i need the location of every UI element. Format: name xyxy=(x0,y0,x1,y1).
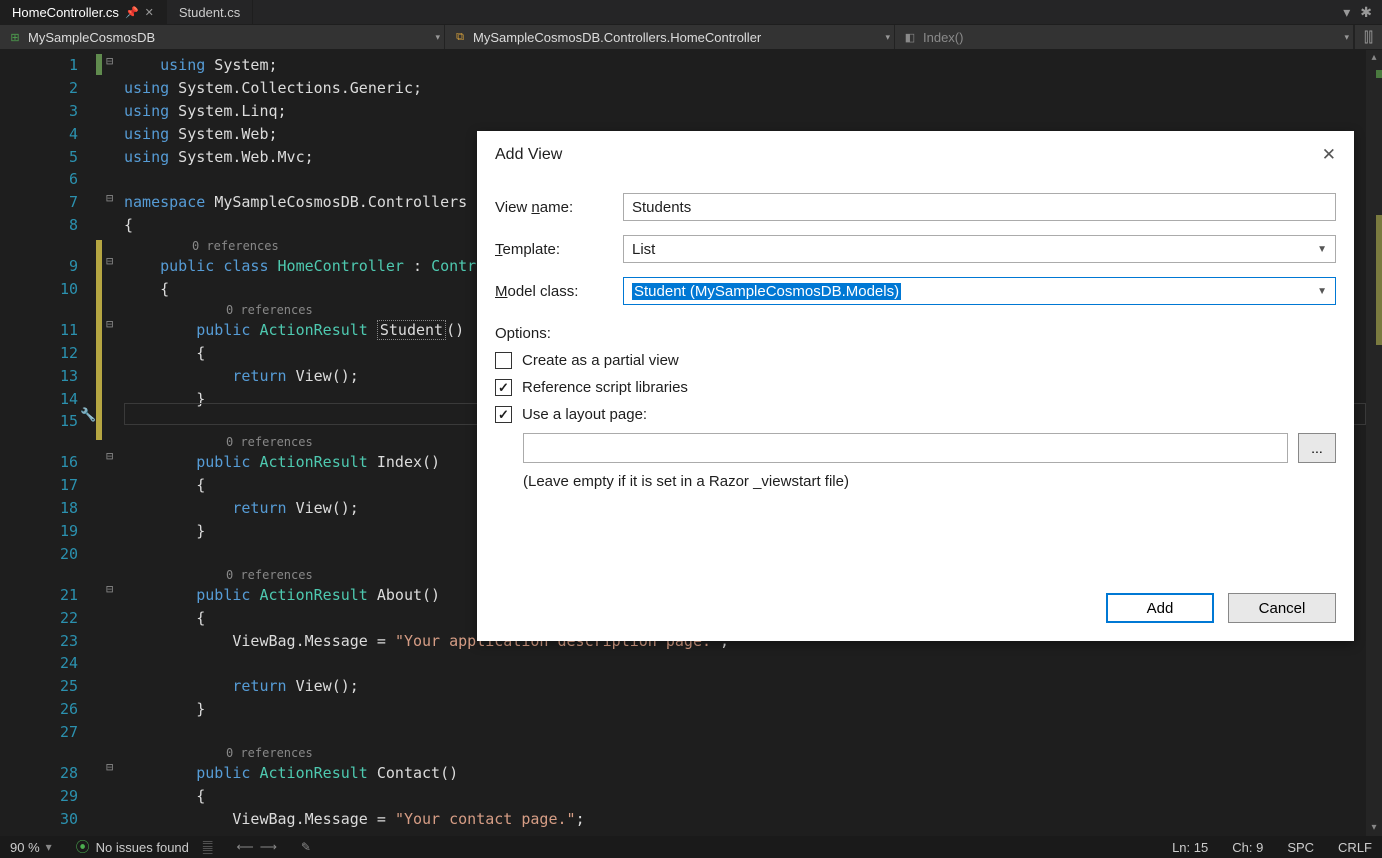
lightbulb-icon[interactable]: 🔧 xyxy=(80,407,96,423)
nav-project[interactable]: ⊞ MySampleCosmosDB ▾ xyxy=(0,25,445,49)
tab-row: HomeController.cs 📌 ✕ Student.cs ▾ ✱ xyxy=(0,0,1382,24)
col-position[interactable]: Ch: 9 xyxy=(1232,840,1263,855)
status-bar: 90 % ▾ ⦿ No issues found 𝄛 ⟵ ⟶ ✎ Ln: 15 … xyxy=(0,836,1382,858)
template-select[interactable]: List ▼ xyxy=(623,235,1336,263)
nav-bar: ⊞ MySampleCosmosDB ▾ ⧉ MySampleCosmosDB.… xyxy=(0,24,1382,50)
template-value: List xyxy=(632,241,655,258)
csharp-project-icon: ⊞ xyxy=(8,30,22,44)
method-icon: ◧ xyxy=(903,30,917,44)
fold-icon[interactable]: ⊟ xyxy=(106,254,113,268)
indent-mode[interactable]: SPC xyxy=(1287,840,1314,855)
nav-prev-icon[interactable]: ⟵ xyxy=(237,840,254,854)
fold-icon[interactable]: ⊟ xyxy=(106,317,113,331)
partial-view-checkbox[interactable] xyxy=(495,352,512,369)
view-name-label: View name: xyxy=(495,199,623,216)
nav-next-icon[interactable]: ⟶ xyxy=(260,840,277,854)
close-icon[interactable]: ✕ xyxy=(145,6,154,19)
line-gutter: 1 2 3 4 5 6 7 8 9 10 11 12 13 14 15 16 1… xyxy=(0,50,96,836)
fold-icon[interactable]: ⊟ xyxy=(106,760,113,774)
dialog-title: Add View xyxy=(495,146,562,164)
layout-hint: (Leave empty if it is set in a Razor _vi… xyxy=(523,473,1336,490)
template-label: Template: xyxy=(495,241,623,258)
close-button[interactable]: ✕ xyxy=(1322,145,1336,165)
zoom-control[interactable]: 90 % ▾ xyxy=(10,840,52,855)
layout-page-label: Use a layout page: xyxy=(522,406,647,423)
zoom-value: 90 % xyxy=(10,840,40,855)
divider-icon: 𝄛 xyxy=(203,840,213,855)
add-view-dialog: Add View ✕ View name: Template: List ▼ M… xyxy=(477,131,1354,641)
nav-class-label: MySampleCosmosDB.Controllers.HomeControl… xyxy=(473,30,761,45)
pen-icon[interactable]: ✎ xyxy=(301,840,311,854)
browse-button[interactable]: ... xyxy=(1298,433,1336,463)
split-editor-icon[interactable]: ⫿⫿ xyxy=(1354,25,1382,49)
check-icon: ⦿ xyxy=(76,837,90,857)
fold-icon[interactable]: ⊟ xyxy=(106,191,113,205)
chevron-down-icon: ▼ xyxy=(1317,244,1327,255)
nav-class[interactable]: ⧉ MySampleCosmosDB.Controllers.HomeContr… xyxy=(445,25,895,49)
reference-libs-checkbox[interactable]: ✓ xyxy=(495,379,512,396)
scrollbar[interactable]: ▴ ▾ xyxy=(1366,50,1382,836)
nav-project-label: MySampleCosmosDB xyxy=(28,30,155,45)
dropdown-icon[interactable]: ▾ xyxy=(1343,4,1350,21)
chevron-down-icon: ▾ xyxy=(435,32,440,43)
tab-student[interactable]: Student.cs xyxy=(167,0,253,24)
gear-icon[interactable]: ✱ xyxy=(1360,4,1372,21)
tab-label: HomeController.cs xyxy=(12,5,119,20)
issues-text: No issues found xyxy=(96,840,189,855)
class-icon: ⧉ xyxy=(453,30,467,44)
tab-homecontroller[interactable]: HomeController.cs 📌 ✕ xyxy=(0,0,167,24)
chevron-down-icon: ▼ xyxy=(1317,286,1327,297)
fold-icon[interactable]: ⊟ xyxy=(106,582,113,596)
fold-icon[interactable]: ⊟ xyxy=(106,54,113,68)
pin-icon[interactable]: 📌 xyxy=(125,6,139,19)
codelens[interactable]: 0 references xyxy=(124,744,1382,762)
model-class-value: Student (MySampleCosmosDB.Models) xyxy=(632,283,901,300)
options-label: Options: xyxy=(495,325,1336,342)
scroll-up-icon[interactable]: ▴ xyxy=(1366,50,1382,66)
nav-method[interactable]: ◧ Index() ▾ xyxy=(895,25,1354,49)
issues-status[interactable]: ⦿ No issues found xyxy=(76,837,189,857)
reference-libs-label: Reference script libraries xyxy=(522,379,688,396)
scroll-down-icon[interactable]: ▾ xyxy=(1366,820,1382,836)
nav-method-label: Index() xyxy=(923,30,963,45)
chevron-down-icon: ▾ xyxy=(46,840,52,854)
layout-path-input[interactable] xyxy=(523,433,1288,463)
view-name-input[interactable] xyxy=(623,193,1336,221)
fold-margin: ⊟ ⊟ ⊟ ⊟ ⊟ ⊟ ⊟ xyxy=(96,50,124,836)
line-ending[interactable]: CRLF xyxy=(1338,840,1372,855)
partial-view-label: Create as a partial view xyxy=(522,352,679,369)
chevron-down-icon: ▾ xyxy=(1344,32,1349,43)
fold-icon[interactable]: ⊟ xyxy=(106,449,113,463)
model-class-select[interactable]: Student (MySampleCosmosDB.Models) ▼ xyxy=(623,277,1336,305)
add-button[interactable]: Add xyxy=(1106,593,1214,623)
line-position[interactable]: Ln: 15 xyxy=(1172,840,1208,855)
cancel-button[interactable]: Cancel xyxy=(1228,593,1336,623)
chevron-down-icon: ▾ xyxy=(885,32,890,43)
model-class-label: Model class: xyxy=(495,283,623,300)
tab-overflow: ▾ ✱ xyxy=(1343,0,1382,24)
tab-label: Student.cs xyxy=(179,5,240,20)
layout-page-checkbox[interactable]: ✓ xyxy=(495,406,512,423)
